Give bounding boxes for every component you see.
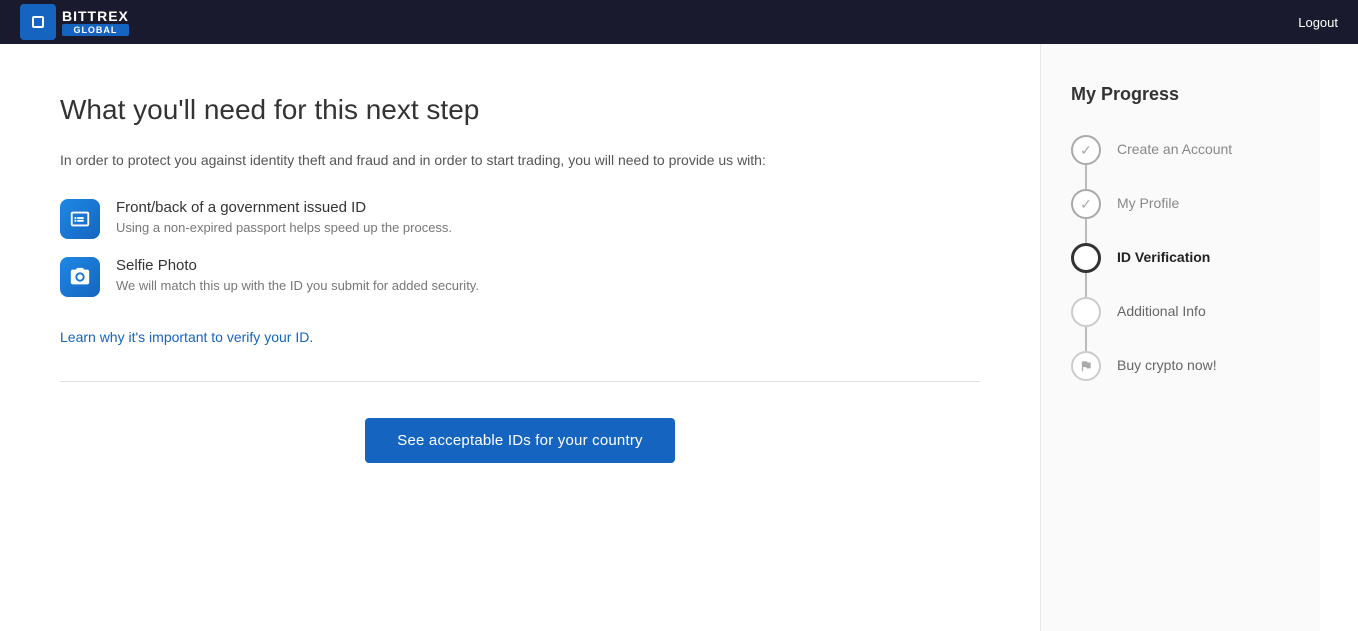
logo-area: BITTREX GLOBAL: [20, 4, 129, 40]
cta-area: See acceptable IDs for your country: [60, 418, 980, 463]
id-card-icon-container: [60, 199, 100, 239]
connector: [1085, 327, 1087, 351]
intro-text: In order to protect you against identity…: [60, 150, 980, 171]
step-additional-info: Additional Info: [1071, 297, 1290, 351]
learn-link[interactable]: Learn why it's important to verify your …: [60, 329, 313, 345]
list-item: Selfie Photo We will match this up with …: [60, 257, 980, 297]
page-wrapper: What you'll need for this next step In o…: [0, 44, 1358, 631]
logo-icon: [20, 4, 56, 40]
flag-icon: [1079, 359, 1093, 373]
header: BITTREX GLOBAL Logout: [0, 0, 1358, 44]
step-circle-buy-crypto: [1071, 351, 1101, 381]
divider: [60, 381, 980, 382]
camera-icon-container: [60, 257, 100, 297]
id-item-title: Front/back of a government issued ID: [116, 199, 452, 216]
brand-name: BITTREX: [62, 8, 129, 24]
progress-title: My Progress: [1071, 84, 1290, 105]
step-label-additional-info: Additional Info: [1117, 297, 1206, 320]
see-ids-button[interactable]: See acceptable IDs for your country: [365, 418, 674, 463]
list-item: Front/back of a government issued ID Usi…: [60, 199, 980, 239]
camera-icon: [69, 266, 91, 288]
logo-text-group: BITTREX GLOBAL: [62, 8, 129, 36]
step-left: [1071, 243, 1101, 297]
step-left: [1071, 351, 1101, 381]
step-my-profile: ✓ My Profile: [1071, 189, 1290, 243]
logo-square: [32, 16, 44, 28]
step-left: ✓: [1071, 135, 1101, 189]
logout-button[interactable]: Logout: [1298, 15, 1338, 30]
step-label-create-account: Create an Account: [1117, 135, 1232, 158]
selfie-item-text: Selfie Photo We will match this up with …: [116, 257, 479, 293]
page-title: What you'll need for this next step: [60, 94, 980, 126]
step-left: [1071, 297, 1101, 351]
id-card-icon: [69, 208, 91, 230]
step-label-my-profile: My Profile: [1117, 189, 1179, 212]
step-id-verification: ID Verification: [1071, 243, 1290, 297]
steps-list: ✓ Create an Account ✓ My Profile: [1071, 135, 1290, 381]
step-circle-create-account: ✓: [1071, 135, 1101, 165]
step-label-buy-crypto: Buy crypto now!: [1117, 351, 1217, 374]
brand-sub: GLOBAL: [62, 24, 129, 36]
id-item-text: Front/back of a government issued ID Usi…: [116, 199, 452, 235]
connector: [1085, 165, 1087, 189]
step-buy-crypto: Buy crypto now!: [1071, 351, 1290, 381]
connector: [1085, 219, 1087, 243]
selfie-item-desc: We will match this up with the ID you su…: [116, 278, 479, 293]
item-list: Front/back of a government issued ID Usi…: [60, 199, 980, 297]
main-content: What you'll need for this next step In o…: [0, 44, 1040, 631]
selfie-item-title: Selfie Photo: [116, 257, 479, 274]
step-label-id-verification: ID Verification: [1117, 243, 1210, 266]
step-circle-my-profile: ✓: [1071, 189, 1101, 219]
step-circle-id-verification: [1071, 243, 1101, 273]
step-left: ✓: [1071, 189, 1101, 243]
step-create-account: ✓ Create an Account: [1071, 135, 1290, 189]
step-circle-additional-info: [1071, 297, 1101, 327]
id-item-desc: Using a non-expired passport helps speed…: [116, 220, 452, 235]
sidebar: My Progress ✓ Create an Account ✓ My Pro…: [1040, 44, 1320, 631]
connector: [1085, 273, 1087, 297]
